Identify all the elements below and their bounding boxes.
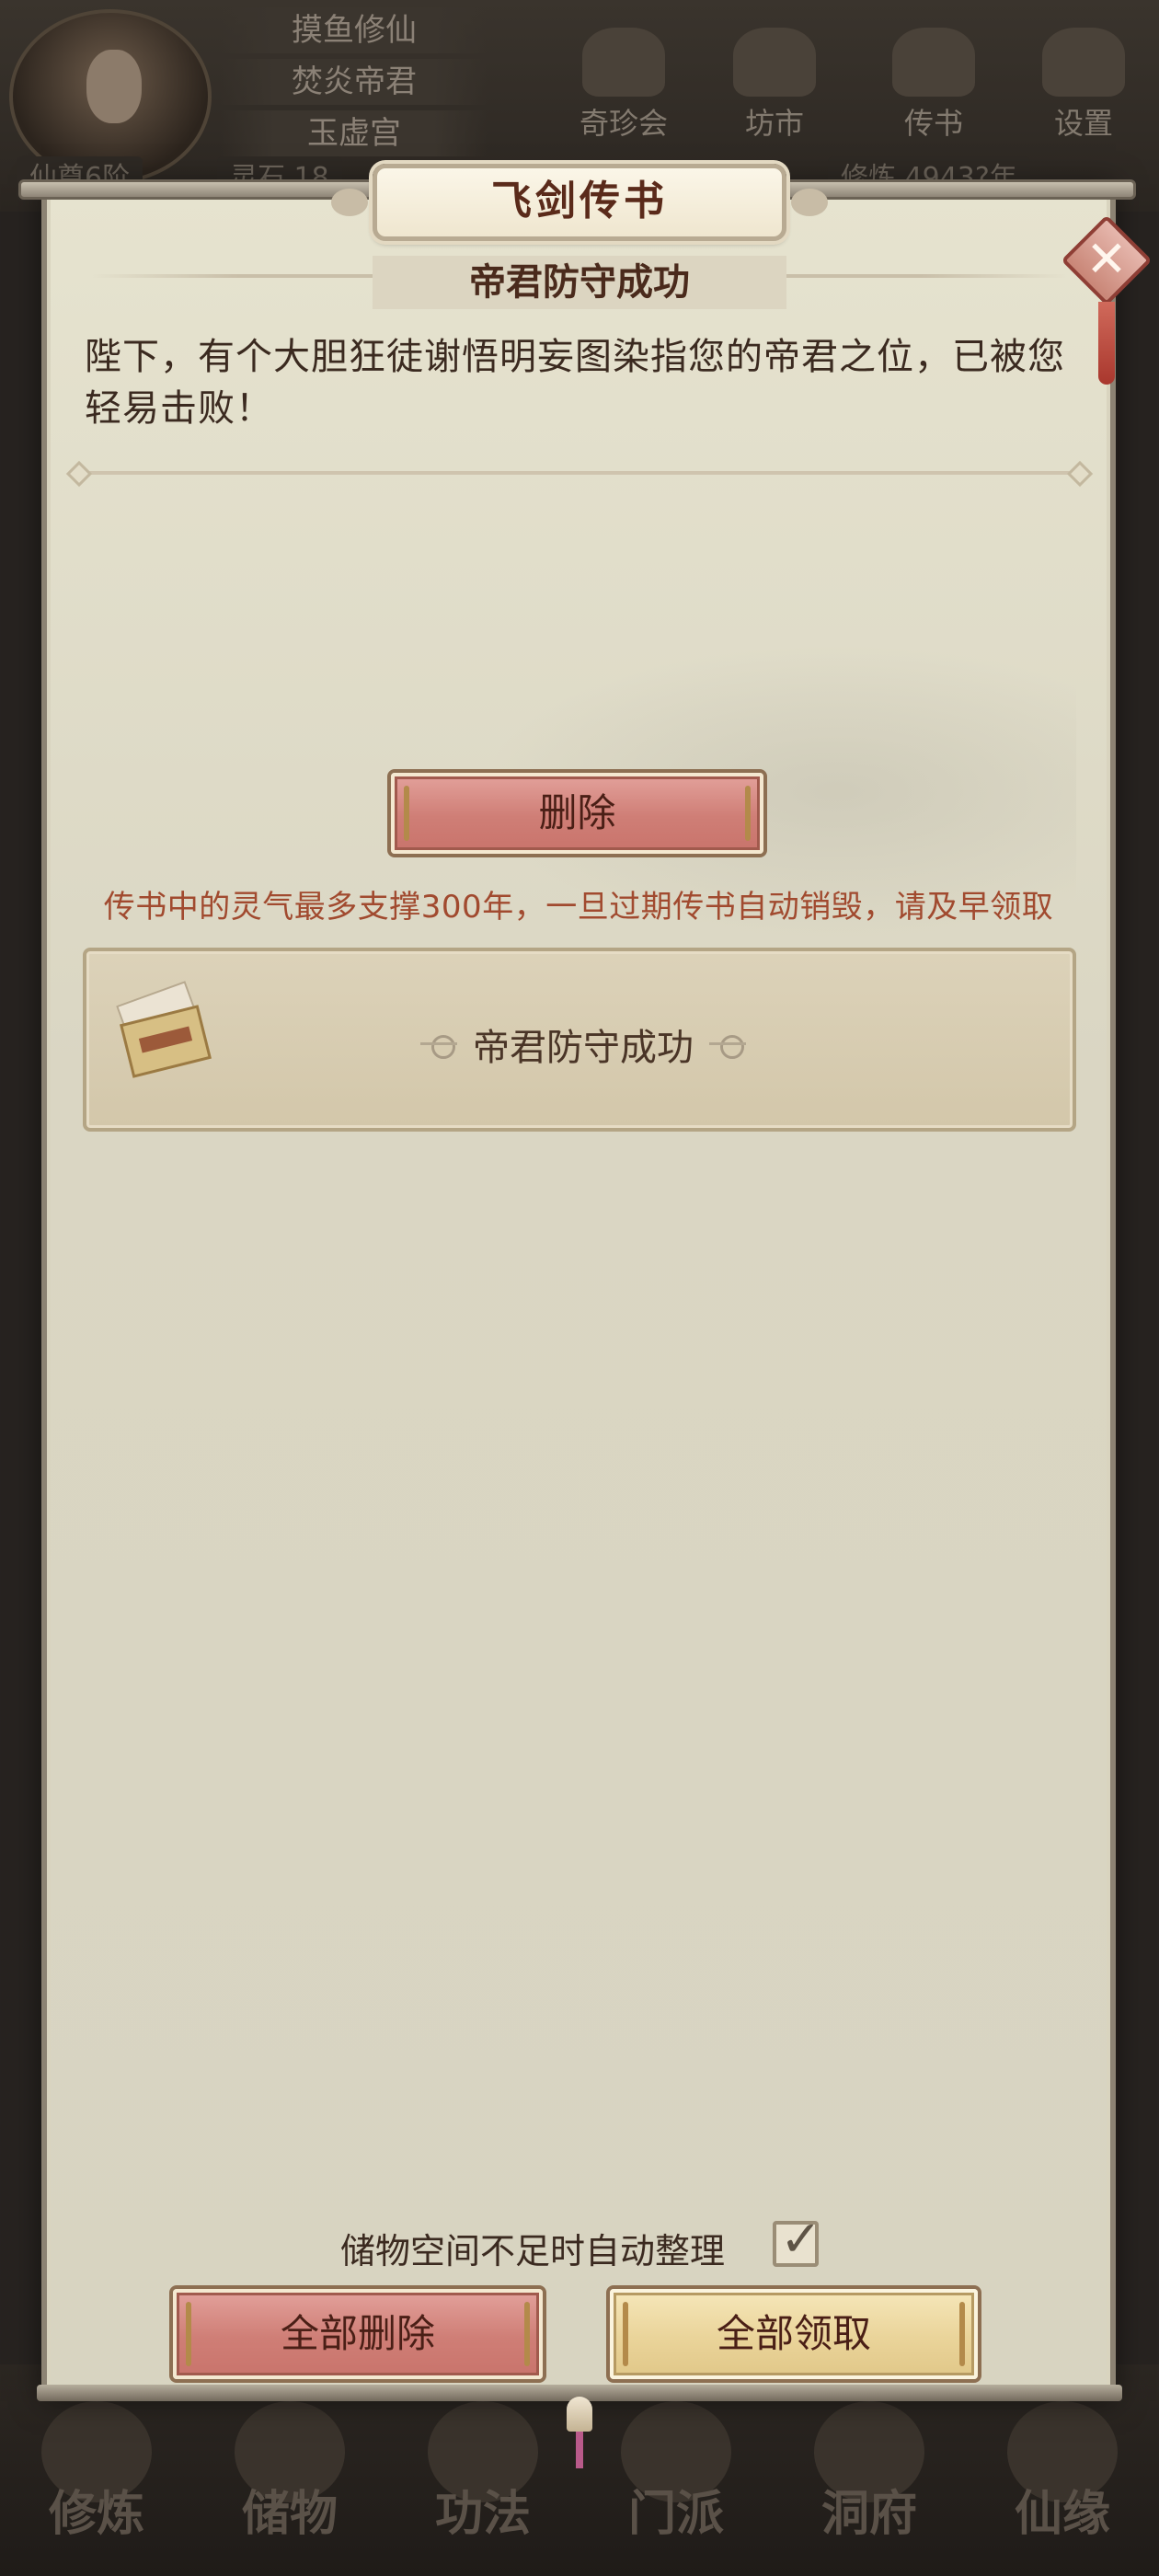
- bell-ornament-icon: [563, 2397, 596, 2468]
- auto-sort-checkbox[interactable]: ✓: [773, 2210, 821, 2268]
- market-icon: [733, 28, 816, 97]
- nav-item-technique[interactable]: 功法: [405, 2401, 561, 2542]
- hud-button-auction[interactable]: 奇珍会: [568, 28, 679, 141]
- background-left-edge: [0, 212, 41, 2364]
- nav-item-cave[interactable]: 洞府: [791, 2401, 947, 2542]
- letter-icon: [892, 28, 975, 97]
- player-name: 摸鱼修仙: [221, 7, 488, 53]
- mail-title: 帝君防守成功: [473, 1027, 694, 1069]
- hud-button-label: 坊市: [744, 106, 804, 141]
- nav-item-storage[interactable]: 储物: [212, 2401, 368, 2542]
- close-icon: ✕: [1085, 230, 1128, 288]
- close-button-tassel: [1098, 302, 1115, 385]
- letter-subject-header: 帝君防守成功: [92, 256, 1067, 311]
- auto-sort-label: 储物空间不足时自动整理: [340, 2231, 726, 2271]
- message-divider: [74, 471, 1085, 475]
- player-title: 焚炎帝君: [221, 59, 488, 105]
- nav-item-label: 功法: [434, 2486, 531, 2542]
- player-info: 摸鱼修仙 焚炎帝君 玉虚宫: [221, 7, 488, 162]
- hud-button-label: 传书: [903, 106, 963, 141]
- nav-item-label: 仙缘: [1014, 2486, 1110, 2542]
- letter-icon: [114, 981, 215, 1089]
- nav-item-destiny[interactable]: 仙缘: [984, 2401, 1141, 2542]
- nav-item-cultivate[interactable]: 修炼: [18, 2401, 175, 2542]
- check-icon: ✓: [780, 2210, 822, 2268]
- treasure-pavilion-icon: [582, 28, 665, 97]
- gear-icon: [1042, 28, 1125, 97]
- delete-button[interactable]: 删除: [391, 773, 763, 854]
- hud-button-letters[interactable]: 传书: [878, 28, 989, 141]
- hud-button-label: 设置: [1053, 106, 1113, 141]
- hud-button-label: 奇珍会: [579, 106, 668, 141]
- hud-button-settings[interactable]: 设置: [1028, 28, 1139, 141]
- nav-item-label: 储物: [241, 2486, 338, 2542]
- hud-button-market[interactable]: 坊市: [719, 28, 830, 141]
- claim-all-button[interactable]: 全部领取: [610, 2289, 978, 2379]
- bell-body: [567, 2397, 592, 2432]
- player-sect: 玉虚宫: [221, 110, 488, 156]
- expiry-warning: 传书中的灵气最多支撑300年，一旦过期传书自动销毁，请及早领取: [103, 889, 1054, 926]
- nav-item-label: 修炼: [48, 2486, 144, 2542]
- background-right-edge: [1118, 212, 1159, 2364]
- delete-all-button[interactable]: 全部删除: [173, 2289, 543, 2379]
- nav-item-label: 洞府: [820, 2486, 917, 2542]
- mail-title-group: 帝君防守成功: [408, 1018, 758, 1071]
- auto-sort-option[interactable]: 储物空间不足时自动整理 ✓: [340, 2210, 837, 2272]
- mail-list-item[interactable]: 帝君防守成功: [83, 948, 1076, 1132]
- letter-subject: 帝君防守成功: [373, 256, 786, 309]
- ornament-left-icon: [419, 1035, 457, 1059]
- ornament-right-icon: [709, 1035, 747, 1059]
- close-button[interactable]: ✕: [1056, 210, 1157, 385]
- bell-tassel: [576, 2432, 583, 2468]
- letter-message: 陛下，有个大胆狂徒谢悟明妄图染指您的帝君之位，已被您轻易击败！: [85, 336, 1065, 430]
- nav-item-sect[interactable]: 门派: [598, 2401, 754, 2542]
- dialog-title: 飞剑传书: [331, 164, 828, 241]
- avatar-portrait: [86, 50, 142, 123]
- mail-list: 帝君防守成功: [83, 937, 1076, 2214]
- nav-item-label: 门派: [627, 2486, 724, 2542]
